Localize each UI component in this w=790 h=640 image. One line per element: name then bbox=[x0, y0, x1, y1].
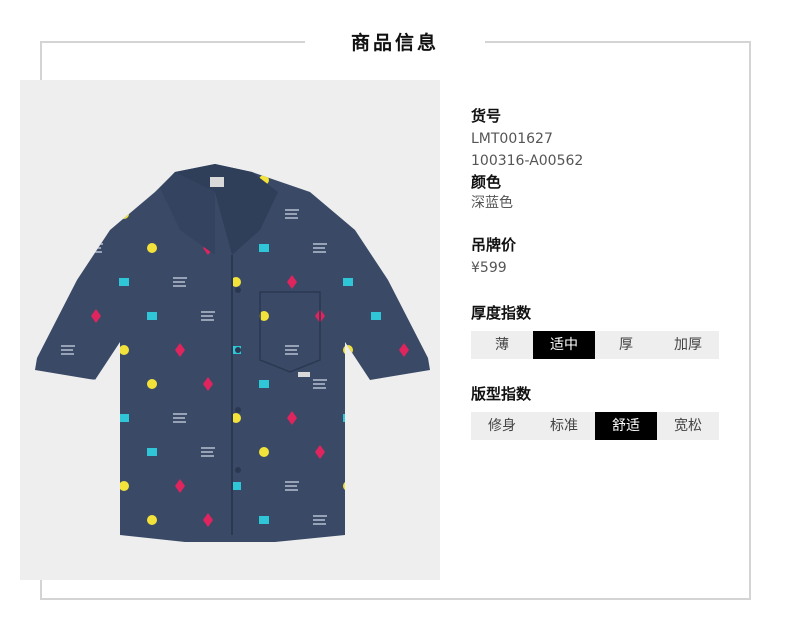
section-title: 商品信息 bbox=[350, 32, 439, 54]
print-motif bbox=[61, 209, 75, 219]
thickness-option[interactable]: 加厚 bbox=[657, 331, 719, 359]
color-label: 颜色 bbox=[471, 173, 502, 191]
print-motif bbox=[371, 312, 381, 320]
print-motif bbox=[371, 243, 381, 253]
print-motif bbox=[89, 379, 103, 389]
print-motif bbox=[315, 173, 325, 187]
price-label: 吊牌价 bbox=[471, 236, 517, 254]
fit-option[interactable]: 标准 bbox=[533, 412, 595, 440]
print-motif bbox=[147, 243, 157, 253]
print-motif bbox=[399, 479, 409, 493]
print-motif bbox=[147, 379, 157, 389]
print-motif bbox=[147, 176, 157, 184]
print-motif bbox=[35, 175, 45, 185]
fit-option[interactable]: 舒适 bbox=[595, 412, 657, 440]
thickness-option[interactable]: 厚 bbox=[595, 331, 657, 359]
print-motif bbox=[35, 311, 45, 321]
thickness-option[interactable]: 适中 bbox=[533, 331, 595, 359]
thickness-option[interactable]: 薄 bbox=[471, 331, 533, 359]
print-motif bbox=[259, 244, 269, 252]
print-motif bbox=[343, 209, 353, 219]
print-motif bbox=[371, 515, 381, 525]
print-motif bbox=[371, 379, 381, 389]
print-motif bbox=[147, 515, 157, 525]
print-motif bbox=[91, 445, 101, 459]
print-motif bbox=[397, 413, 411, 423]
price-info: 吊牌价 ¥599 bbox=[471, 235, 731, 279]
print-motif bbox=[343, 481, 353, 491]
fit-heading: 版型指数 bbox=[471, 384, 731, 404]
print-motif bbox=[343, 345, 353, 355]
print-motif bbox=[119, 209, 129, 219]
color-info: 颜色 深蓝色 bbox=[471, 172, 731, 214]
print-motif bbox=[63, 275, 73, 289]
fit-option[interactable]: 宽松 bbox=[657, 412, 719, 440]
print-motif bbox=[119, 345, 129, 355]
print-motif bbox=[147, 312, 157, 320]
fit-selector: 修身 标准 舒适 宽松 bbox=[471, 412, 719, 440]
sku-label: 货号 bbox=[471, 107, 502, 125]
fit-label: 版型指数 bbox=[471, 385, 532, 403]
thickness-heading: 厚度指数 bbox=[471, 303, 731, 323]
print-motif bbox=[259, 447, 269, 457]
print-motif bbox=[35, 380, 45, 388]
print-motif bbox=[63, 411, 73, 425]
print-motif bbox=[371, 448, 381, 456]
print-motif bbox=[119, 278, 129, 286]
thickness-label: 厚度指数 bbox=[471, 304, 532, 322]
shirt-illustration bbox=[35, 164, 430, 542]
print-motif bbox=[371, 176, 381, 184]
color-value: 深蓝色 bbox=[471, 195, 513, 211]
print-motif bbox=[91, 173, 101, 187]
print-motif bbox=[343, 414, 353, 422]
print-motif bbox=[343, 278, 353, 286]
print-motif bbox=[89, 515, 103, 525]
print-motif bbox=[397, 277, 411, 287]
sku-value-1: LMT001627 bbox=[471, 131, 553, 147]
sku-value-2: 100316-A00562 bbox=[471, 153, 584, 169]
print-motif bbox=[61, 481, 75, 491]
print-motif bbox=[35, 244, 45, 252]
print-motif bbox=[259, 516, 269, 524]
price-value: ¥599 bbox=[471, 260, 507, 276]
print-motif bbox=[399, 207, 409, 221]
product-photo bbox=[20, 80, 440, 580]
print-motif bbox=[119, 481, 129, 491]
print-motif bbox=[35, 447, 45, 457]
print-motif bbox=[147, 448, 157, 456]
product-info: 货号 LMT001627 100316-A00562 bbox=[471, 106, 731, 172]
print-motif bbox=[35, 516, 45, 524]
print-motif bbox=[119, 414, 129, 422]
print-motif bbox=[259, 380, 269, 388]
thickness-selector: 薄 适中 厚 加厚 bbox=[471, 331, 719, 359]
fit-option[interactable]: 修身 bbox=[471, 412, 533, 440]
